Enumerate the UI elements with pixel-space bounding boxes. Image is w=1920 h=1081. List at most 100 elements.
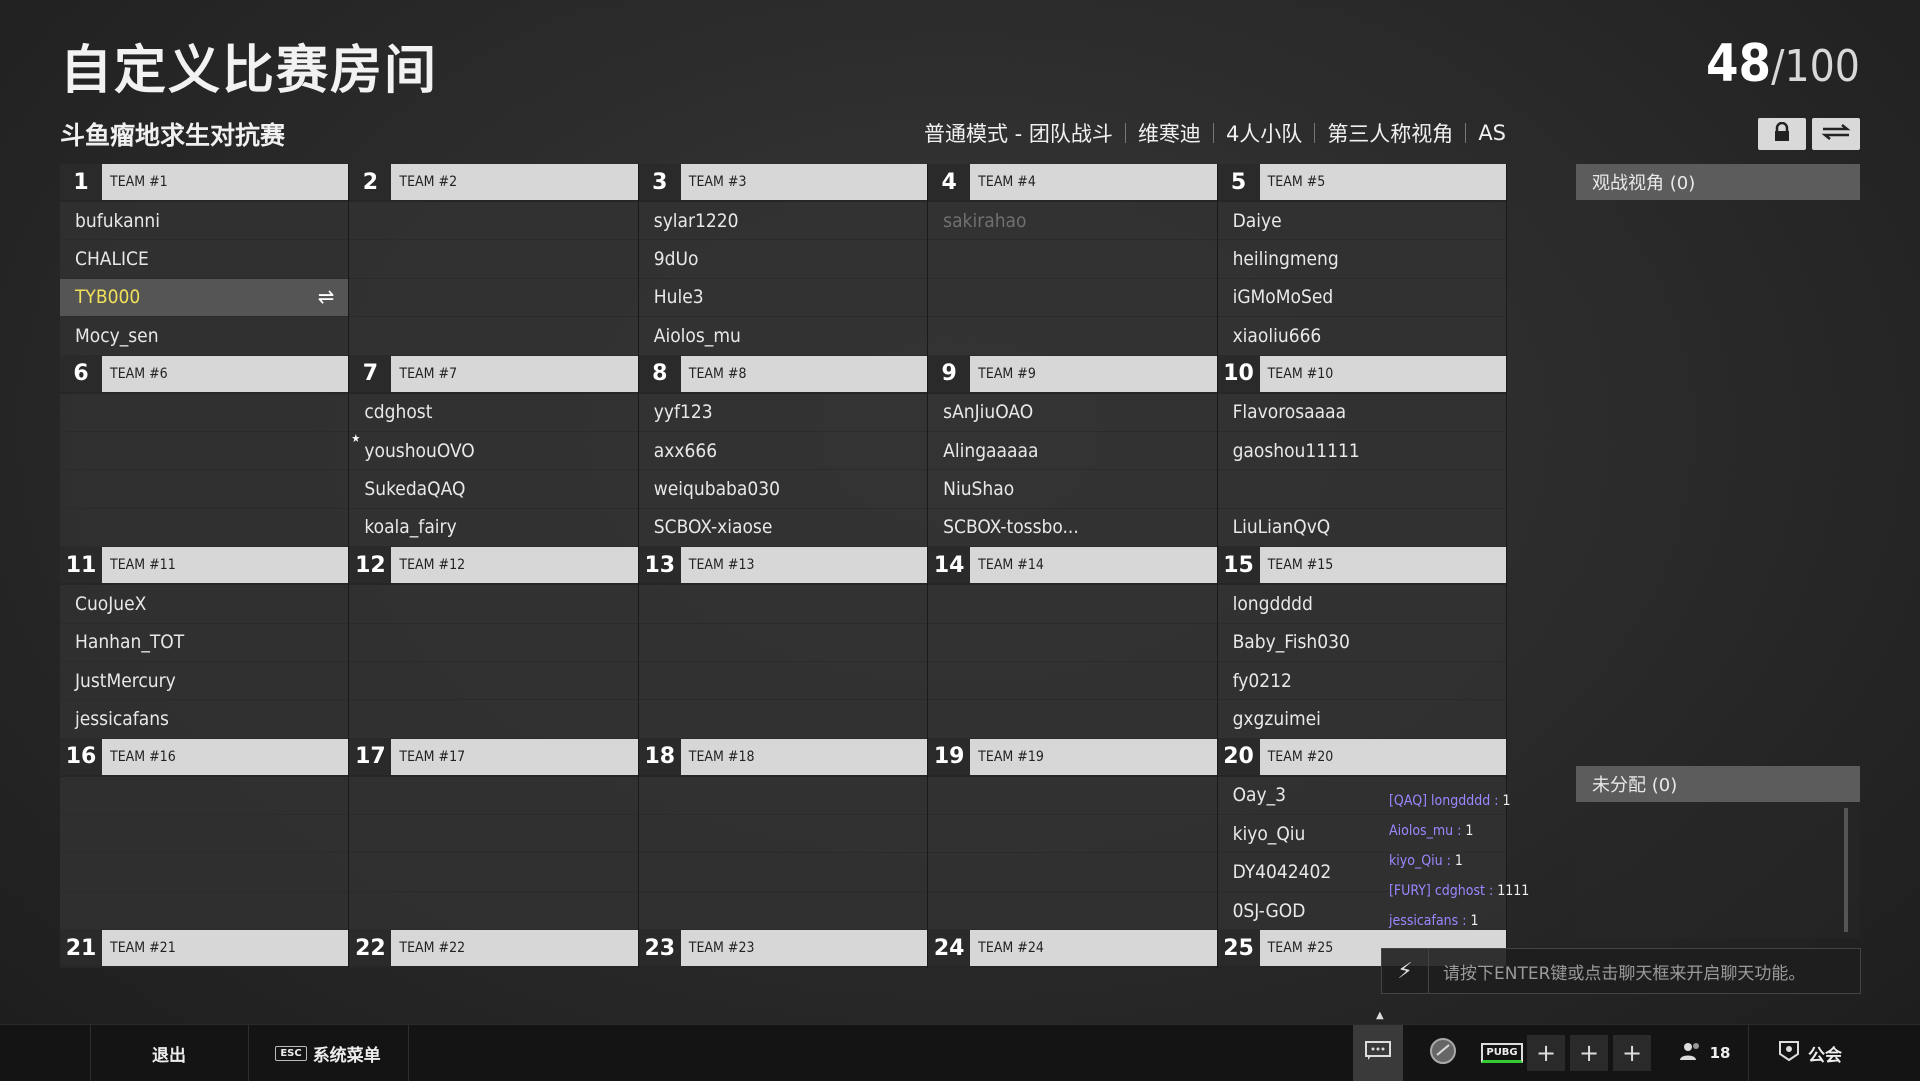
player-slot[interactable]: Alingaaaaa [928,431,1217,471]
chat-button[interactable] [1353,1025,1403,1081]
add-friend-slot-2[interactable]: + [1570,1035,1608,1071]
player-slot[interactable]: Aiolos_mu [638,317,928,356]
team-header[interactable]: 16 TEAM #16 [60,738,349,777]
player-slot[interactable] [349,202,638,241]
player-slot[interactable] [638,661,928,701]
player-slot[interactable]: sAnJiuOAO [928,393,1217,432]
player-slot[interactable]: Hanhan_TOT [60,623,349,662]
team-header[interactable]: 20 TEAM #20 [1217,738,1506,777]
player-slot[interactable]: youshouOVO ★ [349,431,638,471]
player-slot[interactable]: weiqubaba030 [638,470,928,509]
player-slot[interactable]: sylar1220 [638,202,928,241]
chat-user[interactable]: [FURY] cdghost : [1389,883,1493,899]
team-header[interactable]: 9 TEAM #9 [928,355,1217,394]
chat-expand-icon[interactable]: ▲ [1376,1010,1384,1021]
player-slot[interactable] [349,776,638,816]
team-header[interactable]: 8 TEAM #8 [638,355,928,394]
team-header[interactable]: 3 TEAM #3 [638,164,928,202]
swap-button[interactable] [1812,118,1860,150]
player-slot[interactable] [638,700,928,739]
team-header[interactable]: 7 TEAM #7 [349,355,638,394]
player-slot[interactable] [60,853,349,892]
team-header[interactable]: 17 TEAM #17 [349,738,638,777]
lock-button[interactable] [1758,118,1806,150]
team-header[interactable]: 5 TEAM #5 [1217,164,1506,202]
player-slot[interactable] [349,278,638,318]
player-slot[interactable]: LiuLianQvQ [1217,508,1506,548]
add-friend-slot-3[interactable]: + [1613,1035,1651,1071]
team-header[interactable]: 10 TEAM #10 [1217,355,1506,394]
chat-user[interactable]: Aiolos_mu : [1389,823,1461,839]
player-slot[interactable]: SukedaQAQ [349,470,638,509]
chat-input[interactable]: ⚡ 请按下ENTER键或点击聊天框来开启聊天功能。 [1381,948,1861,994]
player-slot[interactable] [60,815,349,854]
player-slot[interactable] [928,661,1217,701]
player-slot[interactable] [60,393,349,432]
player-slot[interactable] [928,317,1217,356]
player-slot[interactable]: cdghost [349,393,638,432]
team-header[interactable]: 15 TEAM #15 [1217,547,1506,586]
player-slot[interactable]: koala_fairy [349,508,638,548]
player-slot[interactable] [349,317,638,356]
player-slot[interactable] [60,891,349,931]
team-header[interactable]: 14 TEAM #14 [928,547,1217,586]
chat-user[interactable]: kiyo_Qiu : [1389,853,1451,869]
player-slot[interactable] [638,891,928,931]
player-slot[interactable] [928,891,1217,931]
exit-button[interactable]: 退出 [90,1025,248,1081]
player-slot[interactable]: sakirahao [928,202,1217,241]
player-slot[interactable] [1217,470,1506,509]
player-slot[interactable]: Baby_Fish030 [1217,623,1506,662]
player-slot[interactable]: xiaoliu666 [1217,317,1506,356]
player-slot[interactable] [349,585,638,624]
player-slot[interactable]: Mocy_sen [60,317,349,356]
team-header[interactable]: 21 TEAM #21 [60,930,349,969]
team-header[interactable]: 18 TEAM #18 [638,738,928,777]
player-slot[interactable]: yyf123 [638,393,928,432]
player-slot[interactable]: longdddd [1217,585,1506,624]
team-header[interactable]: 22 TEAM #22 [349,930,638,969]
add-friend-slot-1[interactable]: + [1527,1035,1565,1071]
emblem-button[interactable] [1418,1025,1468,1081]
player-slot[interactable] [349,853,638,892]
player-slot[interactable] [638,815,928,854]
player-slot[interactable] [349,623,638,662]
player-slot[interactable]: Daiye [1217,202,1506,241]
system-menu-button[interactable]: ESC 系统菜单 [248,1025,408,1081]
team-header[interactable]: 6 TEAM #6 [60,355,349,394]
player-slot[interactable]: gxgzuimei [1217,700,1506,739]
pubg-profile-button[interactable]: PUBG [1480,1025,1524,1081]
chat-user[interactable]: [QAQ] longdddd : [1389,793,1498,809]
player-slot[interactable]: NiuShao [928,470,1217,509]
team-header[interactable]: 11 TEAM #11 [60,547,349,586]
player-slot[interactable] [928,776,1217,816]
player-slot[interactable]: TYB000 ⇌ [60,278,349,318]
player-slot[interactable] [60,470,349,509]
player-slot[interactable] [349,240,638,279]
player-slot[interactable] [928,815,1217,854]
player-slot[interactable]: SCBOX-xiaose [638,508,928,548]
player-slot[interactable] [349,661,638,701]
player-slot[interactable] [349,700,638,739]
team-header[interactable]: 4 TEAM #4 [928,164,1217,202]
player-slot[interactable]: CHALICE [60,240,349,279]
player-slot[interactable] [638,853,928,892]
player-slot[interactable] [60,508,349,548]
player-slot[interactable]: heilingmeng [1217,240,1506,279]
player-slot[interactable]: Flavorosaaaa [1217,393,1506,432]
player-slot[interactable]: JustMercury [60,661,349,701]
player-slot[interactable]: fy0212 [1217,661,1506,701]
player-slot[interactable] [349,891,638,931]
player-slot[interactable]: gaoshou11111 [1217,431,1506,471]
spectator-header[interactable]: 观战视角 (0) [1576,164,1860,200]
player-slot[interactable]: iGMoMoSed [1217,278,1506,318]
player-slot[interactable] [928,853,1217,892]
team-header[interactable]: 12 TEAM #12 [349,547,638,586]
player-slot[interactable]: axx666 [638,431,928,471]
player-slot[interactable] [928,278,1217,318]
player-slot[interactable] [928,585,1217,624]
player-slot[interactable] [928,700,1217,739]
player-slot[interactable]: jessicafans [60,700,349,739]
team-header[interactable]: 2 TEAM #2 [349,164,638,202]
team-header[interactable]: 1 TEAM #1 [60,164,349,202]
